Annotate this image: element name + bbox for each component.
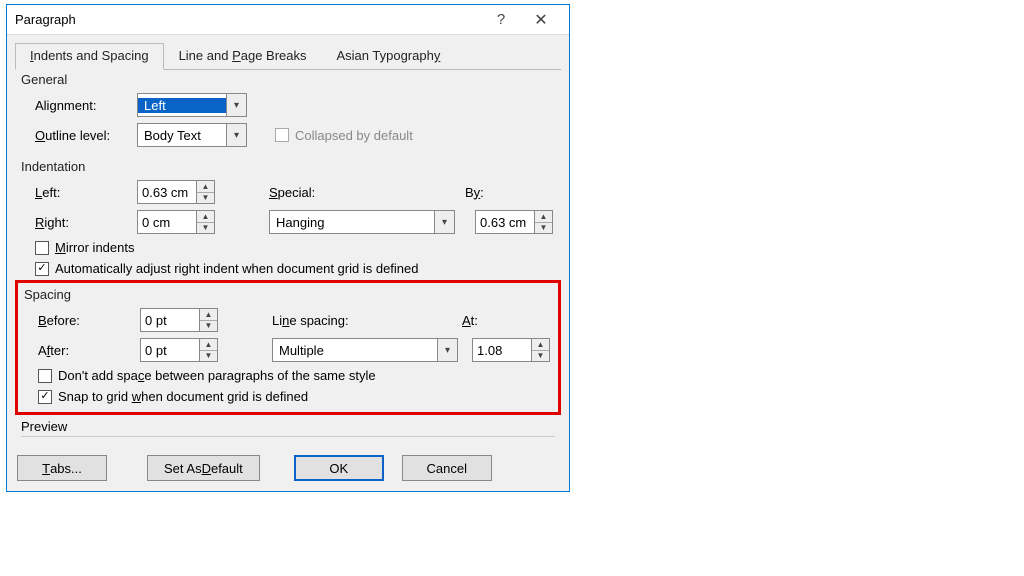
titlebar: Paragraph ? ✕ [7, 5, 569, 35]
spin-down-icon[interactable]: ▼ [532, 351, 549, 362]
auto-adjust-label: Automatically adjust right indent when d… [55, 261, 419, 276]
preview-group-label: Preview [21, 419, 555, 437]
alignment-label: Alignment: [21, 98, 137, 113]
chevron-down-icon: ▾ [437, 339, 457, 361]
spin-up-icon[interactable]: ▲ [197, 181, 214, 193]
alignment-select[interactable]: Left ▾ [137, 93, 247, 117]
special-select[interactable]: Hanging ▾ [269, 210, 455, 234]
snap-to-grid-label: Snap to grid when document grid is defin… [58, 389, 308, 404]
alignment-value: Left [138, 98, 226, 113]
cancel-button[interactable]: Cancel [402, 455, 492, 481]
at-label: At: [462, 313, 552, 328]
spin-down-icon[interactable]: ▼ [197, 223, 214, 234]
spacing-group-label: Spacing [24, 287, 552, 302]
tab-strip: I/*noop*/ndents and Spacing Line and Pag… [15, 43, 561, 70]
line-spacing-label: Line spacing: [260, 313, 388, 328]
set-as-default-button[interactable]: Set As Default [147, 455, 260, 481]
tab-asian-typography[interactable]: Asian Typography [322, 43, 456, 70]
dialog-footer: Tabs... Set As Default OK Cancel [7, 449, 569, 491]
spin-down-icon[interactable]: ▼ [535, 223, 552, 234]
outline-level-value: Body Text [138, 128, 226, 143]
collapsed-checkbox [275, 128, 289, 142]
indent-right-label: Right: [21, 215, 137, 230]
spin-up-icon[interactable]: ▲ [197, 211, 214, 223]
close-button[interactable]: ✕ [521, 10, 561, 30]
by-label: By: [465, 185, 555, 200]
spacing-after-value: 0 pt [141, 343, 199, 358]
line-spacing-value: Multiple [273, 343, 437, 358]
indentation-group-label: Indentation [21, 159, 555, 174]
chevron-down-icon: ▾ [226, 124, 246, 146]
spin-up-icon[interactable]: ▲ [200, 339, 217, 351]
dialog-body: General Alignment: Left ▾ Outline level:… [7, 72, 569, 449]
dialog-title: Paragraph [15, 12, 481, 27]
dont-add-space-label: Don't add space between paragraphs of th… [58, 368, 376, 383]
indent-right-spinner[interactable]: 0 cm ▲▼ [137, 210, 215, 234]
spacing-before-label: Before: [24, 313, 140, 328]
tab-indents-spacing[interactable]: I/*noop*/ndents and Spacing [15, 43, 164, 70]
outline-level-label: Outline level: [21, 128, 137, 143]
indent-by-spinner[interactable]: 0.63 cm ▲▼ [475, 210, 553, 234]
mirror-indents-checkbox[interactable] [35, 241, 49, 255]
spacing-after-spinner[interactable]: 0 pt ▲▼ [140, 338, 218, 362]
chevron-down-icon: ▾ [434, 211, 454, 233]
spacing-after-label: After: [24, 343, 140, 358]
chevron-down-icon: ▾ [226, 94, 246, 116]
dont-add-space-checkbox[interactable] [38, 369, 52, 383]
spin-down-icon[interactable]: ▼ [200, 351, 217, 362]
outline-level-select[interactable]: Body Text ▾ [137, 123, 247, 147]
spacing-before-spinner[interactable]: 0 pt ▲▼ [140, 308, 218, 332]
special-value: Hanging [270, 215, 434, 230]
ok-button[interactable]: OK [294, 455, 384, 481]
indent-right-value: 0 cm [138, 215, 196, 230]
snap-to-grid-checkbox[interactable] [38, 390, 52, 404]
auto-adjust-checkbox[interactable] [35, 262, 49, 276]
general-group-label: General [21, 72, 555, 87]
special-label: Special: [257, 185, 385, 200]
spacing-at-spinner[interactable]: 1.08 ▲▼ [472, 338, 550, 362]
spin-up-icon[interactable]: ▲ [535, 211, 552, 223]
tabs-button[interactable]: Tabs... [17, 455, 107, 481]
spacing-highlight: Spacing Before: 0 pt ▲▼ Line spacing: At… [15, 280, 561, 415]
indent-left-label: Left: [21, 185, 137, 200]
collapsed-label: Collapsed by default [295, 128, 413, 143]
help-button[interactable]: ? [481, 11, 521, 28]
indent-left-spinner[interactable]: 0.63 cm ▲▼ [137, 180, 215, 204]
spacing-before-value: 0 pt [141, 313, 199, 328]
line-spacing-select[interactable]: Multiple ▾ [272, 338, 458, 362]
indent-left-value: 0.63 cm [138, 185, 196, 200]
mirror-indents-label: Mirror indents [55, 240, 134, 255]
spin-up-icon[interactable]: ▲ [200, 309, 217, 321]
spin-down-icon[interactable]: ▼ [197, 193, 214, 204]
indent-by-value: 0.63 cm [476, 215, 534, 230]
paragraph-dialog: Paragraph ? ✕ I/*noop*/ndents and Spacin… [6, 4, 570, 492]
tab-line-page-breaks[interactable]: Line and Page Breaks [164, 43, 322, 70]
spacing-at-value: 1.08 [473, 343, 531, 358]
spin-up-icon[interactable]: ▲ [532, 339, 549, 351]
spin-down-icon[interactable]: ▼ [200, 321, 217, 332]
